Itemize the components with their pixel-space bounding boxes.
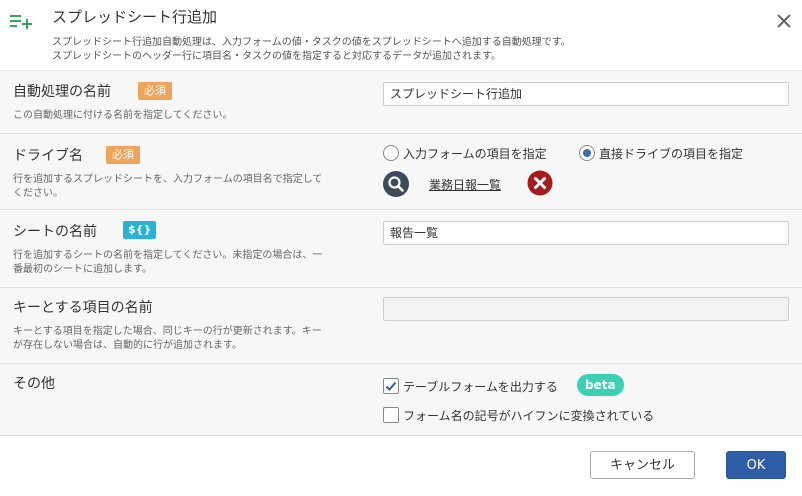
field-help: この自動処理に付ける名前を指定してください。: [13, 110, 233, 121]
field-label: ドライブ名: [13, 148, 83, 164]
field-label: シートの名前: [13, 224, 97, 240]
field-help: 行を追加するスプレッドシートを、入力フォームの項目名で指定して: [13, 174, 323, 185]
dialog-description-2: スプレッドシートのヘッダー行に項目名・タスクの値を指定すると対応するデータが追加…: [52, 51, 501, 62]
dialog-description-1: スプレッドシート行追加自動処理は、入力フォームの値・タスクの値をスプレッドシート…: [52, 37, 571, 48]
ok-button[interactable]: OK: [726, 451, 786, 479]
remove-icon[interactable]: [527, 170, 553, 196]
field-help: キーとする項目を指定した場合、同じキーの行が更新されます。キー: [13, 326, 322, 337]
radio-label: 入力フォームの項目を指定: [403, 147, 547, 161]
field-help: ください。: [13, 188, 63, 199]
field-label: 自動処理の名前: [13, 84, 111, 100]
required-badge: 必須: [106, 146, 140, 164]
required-badge: 必須: [138, 82, 172, 100]
field-label: キーとする項目の名前: [13, 300, 153, 316]
beta-badge: beta: [577, 374, 624, 396]
sheet-name-input[interactable]: 報告一覧: [383, 221, 789, 245]
table-form-checkbox[interactable]: [383, 378, 399, 394]
field-help: 番最初のシートに追加します。: [13, 264, 152, 275]
field-row-other: その他 テーブルフォームを出力する beta フォーム名の記号がハイフンに変換さ…: [0, 363, 802, 435]
cancel-button[interactable]: キャンセル: [590, 451, 695, 479]
radio-label: 直接ドライブの項目を指定: [599, 147, 744, 161]
radio-form-item[interactable]: [383, 145, 399, 161]
field-help: が存在しない場合は、自動的に行が追加されます。: [13, 340, 242, 351]
variable-badge: ${}: [123, 221, 157, 239]
name-input[interactable]: スプレッドシート行追加: [383, 82, 789, 106]
selected-drive-link[interactable]: 業務日報一覧: [429, 176, 501, 193]
field-row-name: 自動処理の名前 必須 この自動処理に付ける名前を指定してください。 スプレッドシ…: [0, 71, 802, 134]
field-row-key: キーとする項目の名前 キーとする項目を指定した場合、同じキーの行が更新されます。…: [0, 287, 802, 364]
dialog-body: 自動処理の名前 必須 この自動処理に付ける名前を指定してください。 スプレッドシ…: [0, 70, 802, 436]
field-help: 行を追加するシートの名前を指定してください。未指定の場合は、一: [13, 250, 323, 261]
playlist-add-icon: [10, 15, 32, 29]
field-label: その他: [13, 376, 55, 392]
checkmark-icon: [385, 381, 397, 391]
field-row-sheet: シートの名前 ${} 行を追加するシートの名前を指定してください。未指定の場合は…: [0, 209, 802, 288]
radio-drive-item[interactable]: [579, 145, 595, 161]
dialog-title: スプレッドシート行追加: [52, 8, 218, 26]
checkbox-label: テーブルフォームを出力する: [403, 380, 558, 394]
search-icon[interactable]: [382, 170, 410, 198]
field-row-drive: ドライブ名 必須 行を追加するスプレッドシートを、入力フォームの項目名で指定して…: [0, 133, 802, 210]
close-icon[interactable]: [774, 11, 794, 31]
hyphen-convert-checkbox[interactable]: [383, 407, 399, 423]
key-item-input[interactable]: [383, 297, 789, 321]
checkbox-label: フォーム名の記号がハイフンに変換されている: [403, 409, 655, 423]
dialog-header: スプレッドシート行追加 スプレッドシート行追加自動処理は、入力フォームの値・タス…: [0, 0, 802, 70]
